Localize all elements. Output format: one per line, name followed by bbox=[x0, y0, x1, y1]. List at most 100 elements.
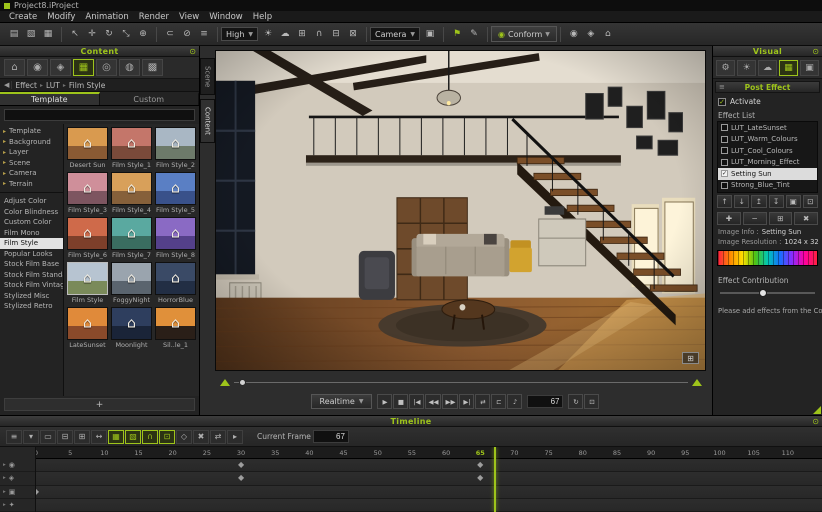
snap-frame-icon[interactable]: ▧ bbox=[125, 430, 141, 444]
add-effect-button[interactable]: ✚ bbox=[717, 212, 741, 225]
zoom-out-icon[interactable]: ⊟ bbox=[57, 430, 73, 444]
category-item[interactable]: Stylized Misc bbox=[0, 291, 63, 302]
keyframe-marker[interactable]: ◆ bbox=[477, 473, 483, 483]
keyframe-marker[interactable]: ◆ bbox=[238, 460, 244, 470]
playhead[interactable] bbox=[494, 447, 496, 512]
image-content-icon[interactable]: ▦ bbox=[73, 59, 94, 76]
key-mode-icon[interactable]: ⊡ bbox=[159, 430, 175, 444]
viewport-side-tab[interactable]: Scene bbox=[200, 58, 215, 95]
edit-pen-icon[interactable]: ✎ bbox=[466, 26, 482, 42]
scrubber-handle[interactable] bbox=[239, 379, 246, 386]
timeline-ruler[interactable]: 0510152025303540455055606570758085909510… bbox=[36, 447, 822, 459]
loop-section-icon[interactable]: ⇄ bbox=[210, 430, 226, 444]
new-project-icon[interactable]: ▤ bbox=[6, 26, 22, 42]
quality-dropdown[interactable]: High ▼ bbox=[221, 27, 258, 41]
thumbnail-item[interactable]: ⌂ Film Style_4 bbox=[111, 172, 152, 214]
display-settings-icon[interactable]: ⚙ bbox=[716, 60, 735, 76]
menu-item[interactable]: Modify bbox=[42, 12, 80, 22]
range-end-marker[interactable] bbox=[692, 379, 702, 386]
category-item[interactable]: Stock Film Base bbox=[0, 259, 63, 270]
fullscreen-button[interactable]: ⊡ bbox=[584, 394, 599, 409]
scale-tool-icon[interactable]: ⤡ bbox=[118, 26, 134, 42]
light-settings-icon[interactable]: ☀ bbox=[737, 60, 756, 76]
menu-item[interactable]: View bbox=[174, 12, 204, 22]
stats-icon[interactable]: ⊠ bbox=[345, 26, 361, 42]
effect-list-item[interactable]: Strong_Blue_Tint bbox=[718, 180, 817, 192]
panel-pin-icon[interactable]: ⊙ bbox=[812, 416, 819, 427]
slider-track[interactable] bbox=[720, 292, 815, 294]
rotate-tool-icon[interactable]: ↻ bbox=[101, 26, 117, 42]
breadcrumb-item[interactable]: Effect bbox=[15, 81, 37, 90]
content-search-input[interactable] bbox=[4, 109, 195, 121]
track-effect[interactable]: ▸ ✦ bbox=[0, 499, 35, 512]
tree-item[interactable]: ▸ Terrain bbox=[0, 179, 63, 190]
expand-icon[interactable]: ▸ bbox=[3, 462, 6, 468]
move-bottom-button[interactable]: ↧ bbox=[769, 195, 784, 208]
menu-item[interactable]: Animation bbox=[80, 12, 133, 22]
move-top-button[interactable]: ↥ bbox=[751, 195, 766, 208]
play-button[interactable]: ▶ bbox=[377, 394, 392, 409]
thumbnail-item[interactable]: ⌂ Film Style_5 bbox=[155, 172, 196, 214]
thumbnail-item[interactable]: ⌂ FoggyNight bbox=[111, 262, 152, 304]
mirror-icon[interactable]: ⊟ bbox=[328, 26, 344, 42]
effect-checkbox[interactable] bbox=[721, 182, 728, 189]
category-item[interactable]: Color Blindness bbox=[0, 207, 63, 218]
effect-checkbox[interactable] bbox=[721, 147, 728, 154]
set-content-icon[interactable]: ⌂ bbox=[4, 59, 25, 76]
track-avatar[interactable]: ◆◆ bbox=[36, 459, 822, 472]
keyframe-marker[interactable]: ◆ bbox=[238, 473, 244, 483]
last-frame-button[interactable]: ▶| bbox=[459, 394, 474, 409]
loop-button[interactable]: ⇄ bbox=[475, 394, 490, 409]
menu-item[interactable]: Render bbox=[134, 12, 174, 22]
menu-item[interactable]: Create bbox=[4, 12, 42, 22]
remove-effect-button[interactable]: − bbox=[743, 212, 767, 225]
effect-contribution-slider[interactable] bbox=[720, 288, 815, 298]
viewport-grid-toggle[interactable]: ⊞ bbox=[682, 352, 699, 364]
tree-item[interactable]: ▸ Camera bbox=[0, 168, 63, 179]
duplicate-effect-button[interactable]: ⊞ bbox=[769, 212, 793, 225]
category-item[interactable]: Stylized Retro bbox=[0, 301, 63, 312]
track-camera[interactable]: ▸ ▣ bbox=[0, 486, 35, 499]
range-button[interactable]: ⊏ bbox=[491, 394, 506, 409]
next-frame-button[interactable]: ▶▶ bbox=[442, 394, 458, 409]
slider-thumb[interactable] bbox=[759, 289, 767, 297]
thumbnail-item[interactable]: ⌂ Desert Sun bbox=[67, 127, 108, 169]
track-prop[interactable]: ◆◆ bbox=[36, 472, 822, 485]
track-effect[interactable] bbox=[36, 499, 822, 512]
prev-frame-button[interactable]: ◀◀ bbox=[425, 394, 441, 409]
first-frame-button[interactable]: |◀ bbox=[409, 394, 424, 409]
fit-view-icon[interactable]: ↔ bbox=[91, 430, 107, 444]
object-track-icon[interactable]: ▭ bbox=[40, 430, 56, 444]
magnet-snap-icon[interactable]: ∩ bbox=[142, 430, 158, 444]
expand-icon[interactable]: ▸ bbox=[3, 475, 6, 481]
tree-item[interactable]: ▸ Background bbox=[0, 137, 63, 148]
range-start-marker[interactable] bbox=[220, 379, 230, 386]
activate-checkbox[interactable] bbox=[718, 98, 726, 106]
camera-dropdown[interactable]: Camera ▼ bbox=[370, 27, 420, 41]
sun-icon[interactable]: ☀ bbox=[260, 26, 276, 42]
timeline-area[interactable]: 0510152025303540455055606570758085909510… bbox=[36, 447, 822, 512]
effect-checkbox[interactable] bbox=[721, 136, 728, 143]
play-section-icon[interactable]: ▸ bbox=[227, 430, 243, 444]
thumbnail-item[interactable]: ⌂ Film Style_6 bbox=[67, 217, 108, 259]
thumbnail-item[interactable]: ⌂ Film Style_2 bbox=[155, 127, 196, 169]
link-icon[interactable]: ⊂ bbox=[162, 26, 178, 42]
avatar-content-icon[interactable]: ◉ bbox=[27, 59, 48, 76]
camera-settings-icon[interactable]: ▣ bbox=[800, 60, 819, 76]
content-tab[interactable]: Template bbox=[0, 92, 100, 105]
keyframe-marker[interactable]: ◆ bbox=[36, 487, 39, 497]
viewport-render[interactable]: ⊞ bbox=[215, 50, 706, 371]
material-content-icon[interactable]: ◍ bbox=[119, 59, 140, 76]
time-scrubber[interactable] bbox=[220, 373, 702, 391]
add-prop-icon[interactable]: ◈ bbox=[583, 26, 599, 42]
zoom-in-icon[interactable]: ⊞ bbox=[74, 430, 90, 444]
effect-checkbox[interactable] bbox=[721, 124, 728, 131]
thumbnail-item[interactable]: ⌂ LateSunset bbox=[67, 307, 108, 349]
back-icon[interactable]: ◀ bbox=[4, 81, 12, 89]
add-key-icon[interactable]: ◇ bbox=[176, 430, 192, 444]
current-frame-input[interactable] bbox=[527, 395, 563, 408]
category-item[interactable]: Popular Looks bbox=[0, 249, 63, 260]
add-avatar-icon[interactable]: ◉ bbox=[566, 26, 582, 42]
align-icon[interactable]: ≡ bbox=[196, 26, 212, 42]
content-tab[interactable]: Custom bbox=[100, 92, 200, 105]
